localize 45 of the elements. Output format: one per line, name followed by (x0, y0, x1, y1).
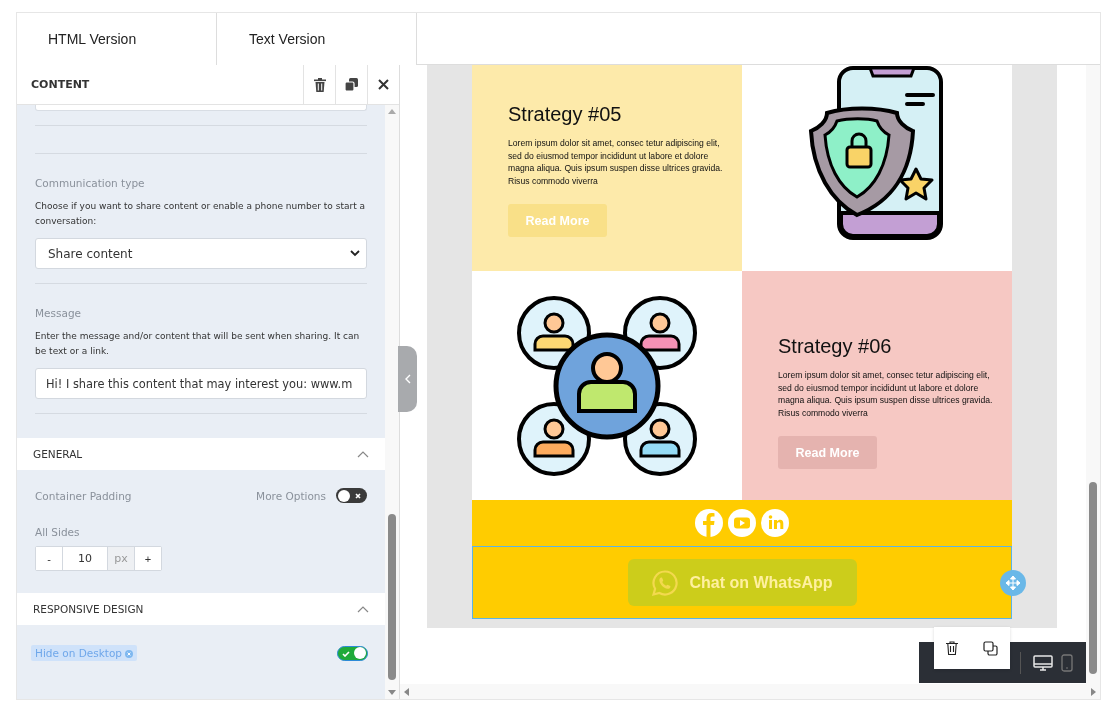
unit-label: px (108, 547, 135, 570)
help-text: Enter the message and/or content that will be sent when sharing. It can be text or a link. (35, 330, 361, 358)
scroll-right-icon[interactable] (1091, 687, 1096, 696)
card-title: Strategy #05 (508, 103, 623, 126)
scrollbar-thumb[interactable] (388, 514, 396, 680)
type-select[interactable]: Share content (35, 238, 367, 269)
delete-button[interactable] (944, 639, 961, 657)
toggle-switch[interactable] (336, 488, 367, 503)
check-icon (342, 651, 350, 657)
copy-icon (982, 640, 998, 656)
section-title: GENERAL (33, 448, 83, 460)
scroll-left-icon[interactable] (404, 687, 409, 696)
close-icon (378, 79, 389, 90)
section-header[interactable]: RESPONSIVE DESIGN (17, 593, 385, 625)
move-handle[interactable] (1000, 570, 1026, 596)
field-label: Message (35, 307, 83, 319)
remove-icon[interactable] (125, 649, 134, 658)
field-label: Container Padding (35, 489, 132, 502)
copy-icon (345, 78, 358, 91)
panel-title: CONTENT (30, 78, 91, 91)
card-title: Strategy #06 (778, 335, 893, 358)
field-label: Communication type (35, 177, 146, 189)
field-label: More Options (256, 489, 326, 502)
section-title: RESPONSIVE DESIGN (33, 603, 144, 615)
collapse-handle[interactable] (398, 346, 417, 412)
field-label: All Sides (35, 526, 81, 538)
section-header[interactable]: GENERAL (17, 438, 385, 470)
trash-icon (946, 641, 959, 655)
chevron-down-icon (350, 250, 360, 257)
input-field[interactable] (35, 105, 367, 111)
scroll-up-icon[interactable] (388, 109, 396, 114)
help-text: Choose if you want to share content or enable a phone number to start a conversation: (35, 200, 367, 228)
message-input[interactable]: Hi! I share this content that may interest you: www.m (35, 368, 367, 399)
move-icon (1006, 576, 1020, 590)
trash-icon (313, 77, 326, 92)
desktop-view-button[interactable] (1031, 652, 1055, 673)
scrollbar-thumb[interactable] (1089, 482, 1097, 674)
x-icon (355, 492, 361, 499)
card-text: Lorem ipsum dolor sit amet, consec tetur adipiscing elit, sed do eiusmod tempor incididunt ut labore et dolore magna aliqua. Quis ipsum suspen disse ultrices gravida. Risus commodo viverra (778, 369, 993, 419)
scroll-down-icon[interactable] (388, 690, 396, 695)
card-text: Lorem ipsum dolor sit amet, consec tetur adipiscing elit, sed do eiusmod tempor incididunt ut labore et dolore magna aliqua. Quis ipsum suspen disse ultrices gravida. Risus commodo viverra (508, 137, 723, 187)
duplicate-button[interactable] (980, 638, 1000, 658)
toggle-switch[interactable] (337, 645, 368, 661)
chevron-left-icon (404, 374, 411, 384)
chat-phone-icon (651, 568, 680, 597)
